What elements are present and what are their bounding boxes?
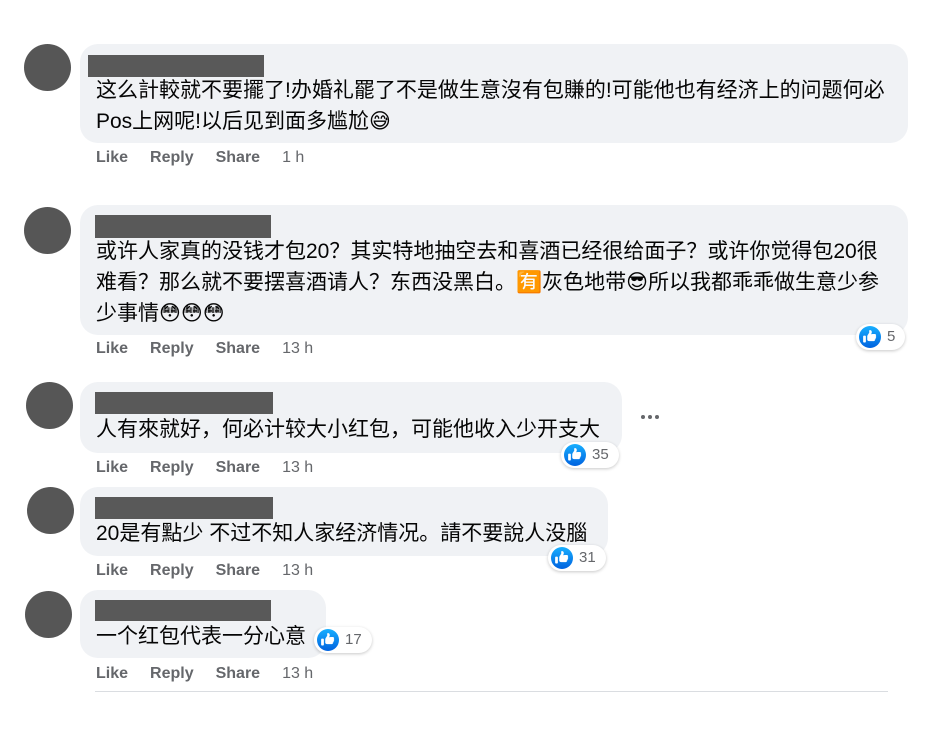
reaction-count: 5 [887, 328, 896, 345]
share-button[interactable]: Share [216, 148, 260, 168]
thumbs-up-icon [564, 444, 586, 466]
thumbs-up-icon [859, 326, 881, 348]
reaction-badge[interactable]: 17 [314, 627, 372, 653]
more-options-icon[interactable] [640, 414, 660, 420]
avatar[interactable] [27, 487, 74, 534]
redacted-author-name [95, 215, 271, 238]
reaction-badge[interactable]: 5 [856, 324, 906, 350]
comment-timestamp[interactable]: 13 h [282, 664, 313, 684]
comment-bubble: 20是有點少 不过不知人家经济情况。請不要說人没腦 [80, 487, 608, 556]
avatar[interactable] [24, 207, 71, 254]
like-button[interactable]: Like [96, 458, 128, 478]
share-button[interactable]: Share [216, 458, 260, 478]
like-button[interactable]: Like [96, 148, 128, 168]
comment-bubble: 这么計較就不要擺了!办婚礼罷了不是做生意沒有包賺的!可能他也有经济上的问题何必P… [80, 44, 908, 143]
comment-timestamp[interactable]: 13 h [282, 561, 313, 581]
like-button[interactable]: Like [96, 339, 128, 359]
comment-bubble: 或许人家真的没钱才包20？其实特地抽空去和喜酒已经很给面子？或许你觉得包20很难… [80, 205, 908, 335]
comment-text: 20是有點少 不过不知人家经济情况。請不要說人没腦 [96, 522, 588, 545]
avatar[interactable] [26, 382, 73, 429]
comment-timestamp[interactable]: 1 h [282, 148, 304, 168]
comment-actions: Like Reply Share 13 h [96, 458, 313, 478]
comment-actions: Like Reply Share 13 h [96, 561, 313, 581]
reply-button[interactable]: Reply [150, 561, 194, 581]
reaction-badge[interactable]: 31 [548, 545, 606, 571]
comment-text: 人有來就好，何必计较大小红包，可能他收入少开支大 [96, 418, 600, 441]
comment-timestamp[interactable]: 13 h [282, 458, 313, 478]
avatar[interactable] [24, 44, 71, 91]
thumbs-up-icon [317, 629, 339, 651]
reaction-count: 31 [579, 549, 596, 566]
comment-text: 或许人家真的没钱才包20？其实特地抽空去和喜酒已经很给面子？或许你觉得包20很难… [96, 240, 880, 325]
thumbs-up-icon [551, 547, 573, 569]
reply-button[interactable]: Reply [150, 664, 194, 684]
redacted-author-name [95, 392, 273, 414]
redacted-author-name [95, 497, 273, 519]
reaction-count: 35 [592, 446, 609, 463]
comment-timestamp[interactable]: 13 h [282, 339, 313, 359]
comment-actions: Like Reply Share 1 h [96, 148, 304, 168]
comment-text: 这么計較就不要擺了!办婚礼罷了不是做生意沒有包賺的!可能他也有经济上的问题何必P… [96, 79, 885, 133]
like-button[interactable]: Like [96, 664, 128, 684]
reaction-badge[interactable]: 35 [561, 442, 619, 468]
comment-bubble: 人有來就好，何必计较大小红包，可能他收入少开支大 [80, 382, 622, 453]
comment-actions: Like Reply Share 13 h [96, 664, 313, 684]
avatar[interactable] [25, 591, 72, 638]
share-button[interactable]: Share [216, 561, 260, 581]
redacted-author-name [95, 600, 271, 621]
reply-button[interactable]: Reply [150, 339, 194, 359]
share-button[interactable]: Share [216, 339, 260, 359]
comment-text: 一个红包代表一分心意 [96, 625, 306, 648]
section-divider [95, 691, 888, 692]
redacted-author-name [88, 55, 264, 77]
reaction-count: 17 [345, 631, 362, 648]
share-button[interactable]: Share [216, 664, 260, 684]
like-button[interactable]: Like [96, 561, 128, 581]
comment-actions: Like Reply Share 13 h [96, 339, 313, 359]
reply-button[interactable]: Reply [150, 458, 194, 478]
comment-bubble: 一个红包代表一分心意 [80, 590, 326, 658]
reply-button[interactable]: Reply [150, 148, 194, 168]
